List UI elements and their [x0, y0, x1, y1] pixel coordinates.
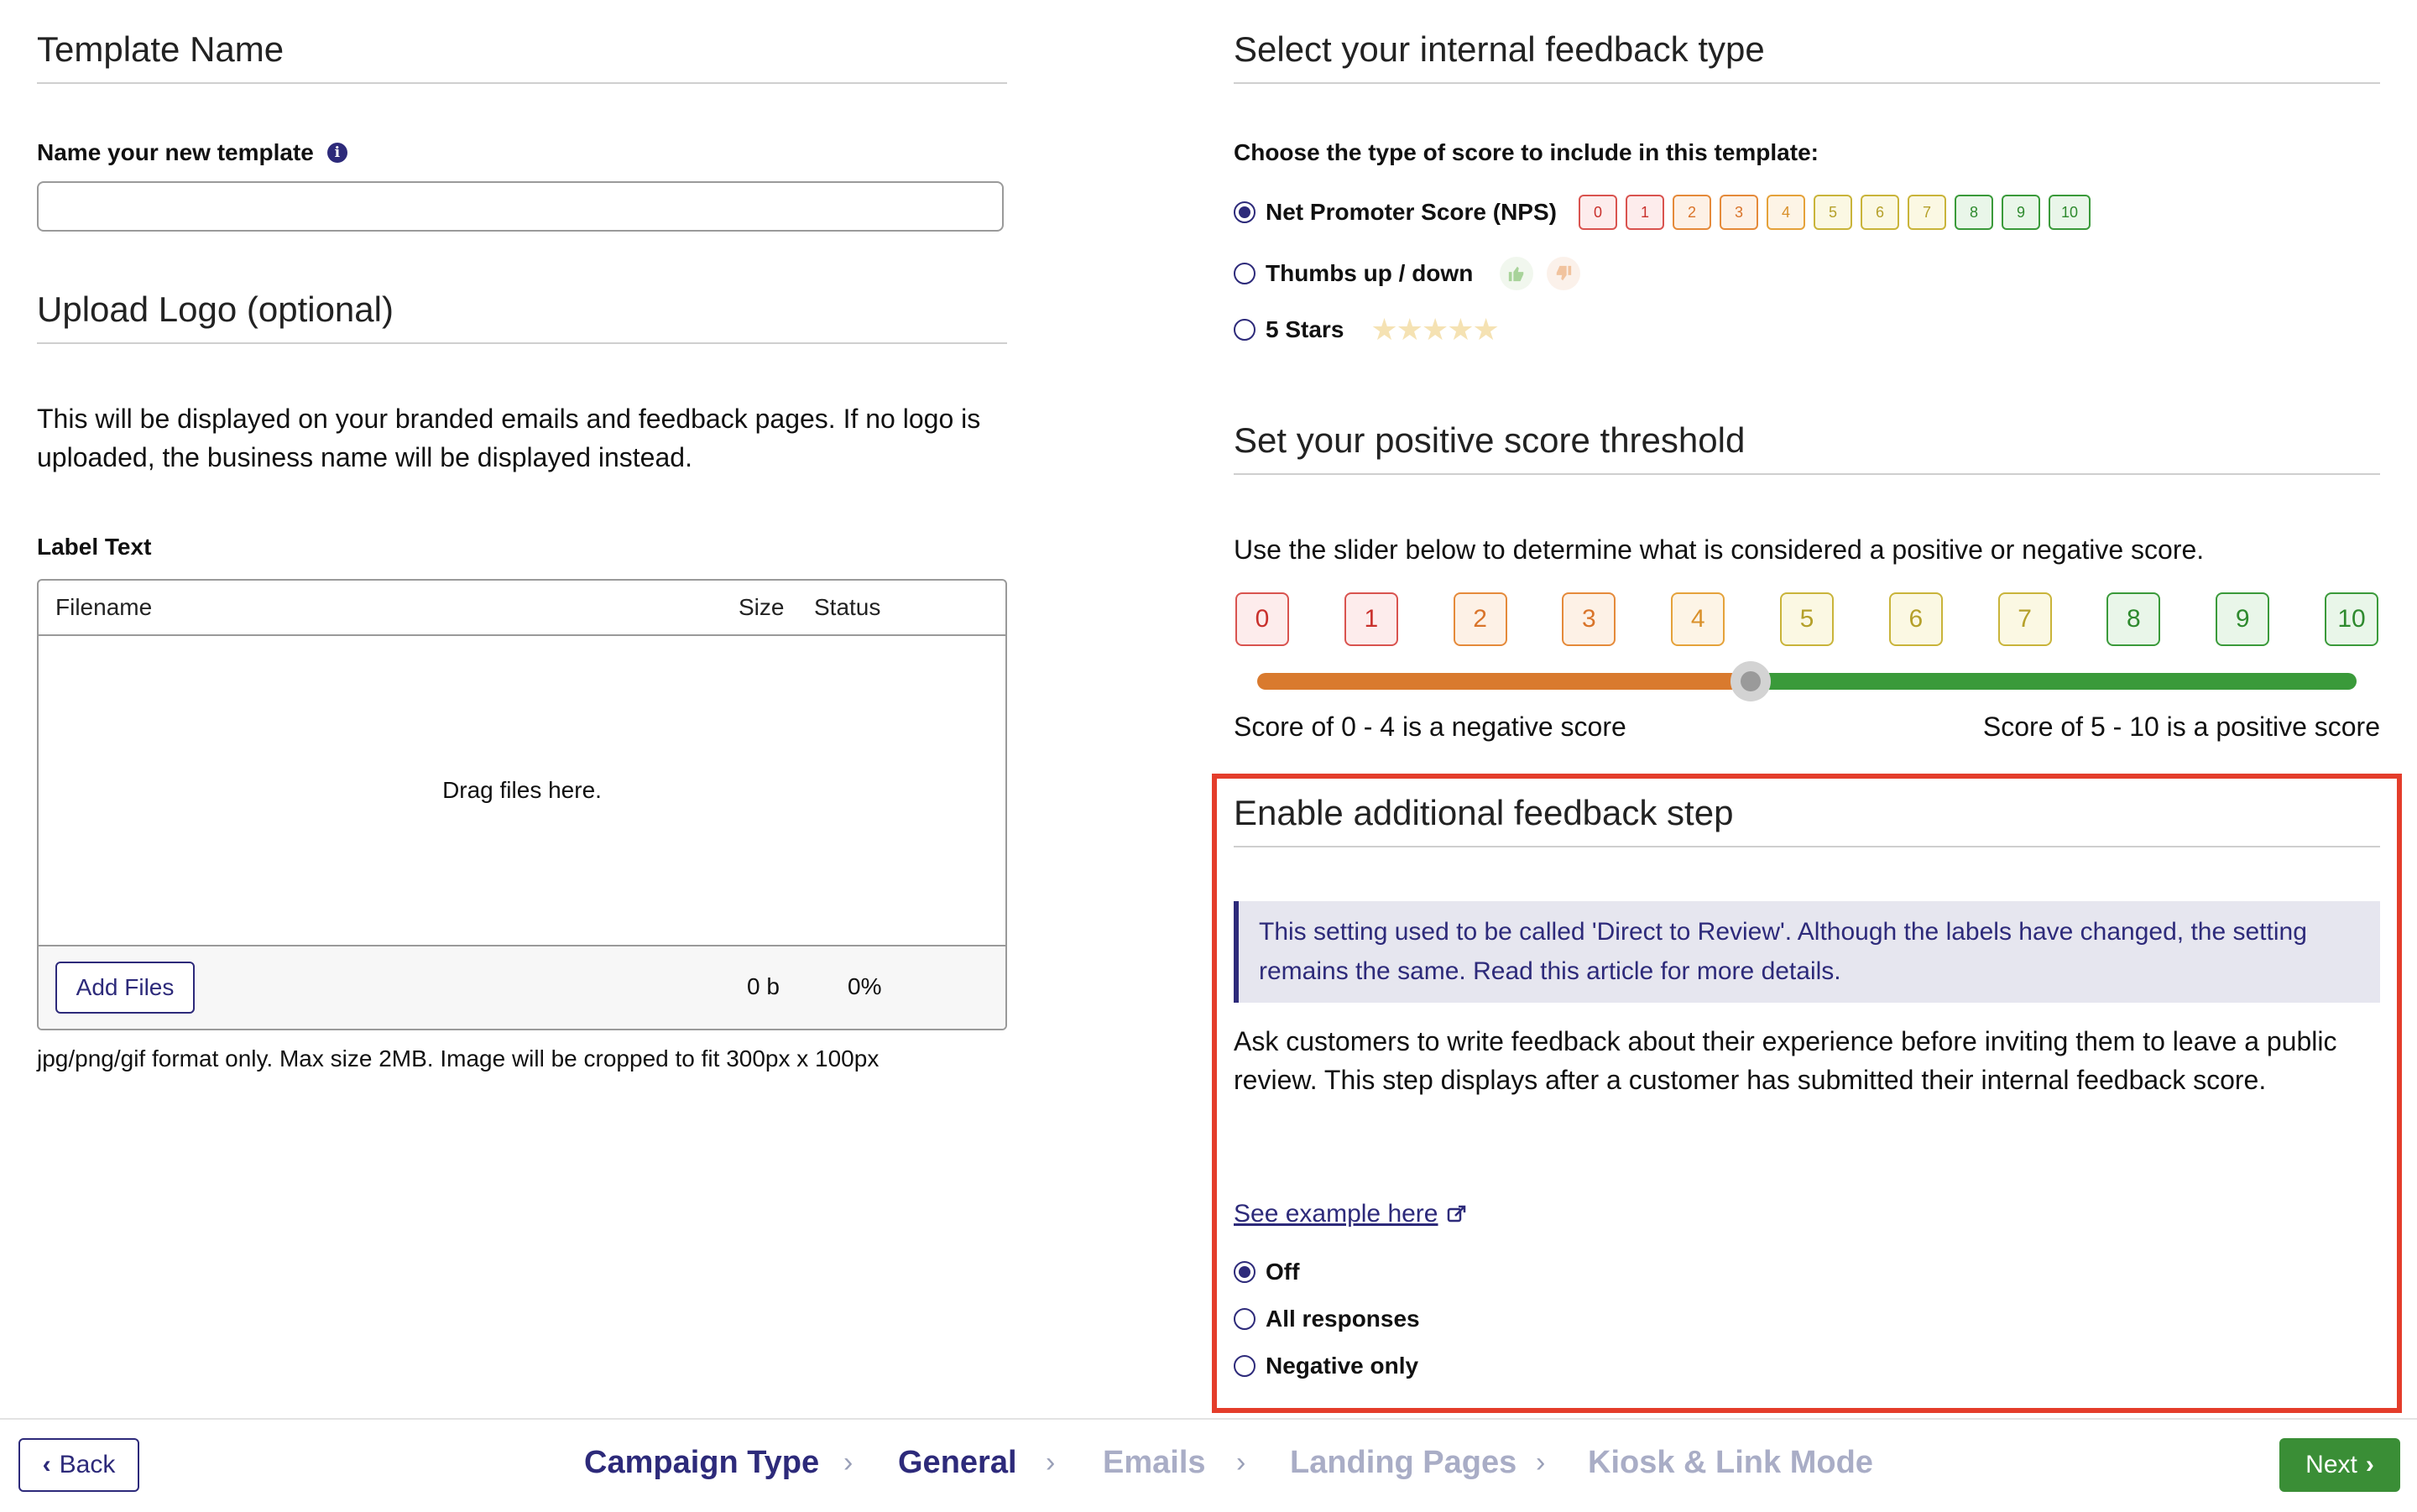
upload-table-footer: Add Files 0 b 0% [39, 945, 1005, 1029]
threshold-score-box[interactable]: 0 [1235, 592, 1289, 646]
threshold-score-box[interactable]: 10 [2325, 592, 2378, 646]
additional-feedback-section: Enable additional feedback step This set… [1212, 774, 2402, 1413]
chevron-right-icon: › [843, 1447, 854, 1478]
next-button-label: Next [2305, 1451, 2357, 1478]
threshold-heading: Set your positive score threshold [1234, 420, 2380, 476]
thumbs-down-icon [1547, 257, 1581, 290]
logo-description: This will be displayed on your branded e… [37, 404, 981, 473]
negative-range-text: Score of 0 - 4 is a negative score [1234, 712, 1626, 742]
threshold-score-box[interactable]: 2 [1453, 592, 1507, 646]
negative-only-label: Negative only [1266, 1353, 1419, 1379]
nps-preview-chip: 0 [1578, 195, 1617, 230]
upload-logo-heading: Upload Logo (optional) [37, 289, 1007, 345]
nps-preview-chip: 1 [1625, 195, 1664, 230]
stars-radio[interactable] [1234, 319, 1255, 341]
nps-score-preview: 0 1 2 3 4 5 6 7 8 9 10 [1578, 195, 2091, 230]
nps-preview-chip: 4 [1766, 195, 1805, 230]
example-link-text[interactable]: See example here [1234, 1200, 1438, 1228]
chevron-right-icon: › [1536, 1447, 1546, 1478]
file-upload-area[interactable]: Filename Size Status Drag files here. Ad… [37, 579, 1007, 1030]
nps-preview-chip: 2 [1672, 195, 1711, 230]
wizard-navigation-bar: ‹ Back Campaign Type › General › Emails › Land… [0, 1418, 2417, 1512]
nps-preview-chip: 9 [2001, 195, 2040, 230]
wizard-step[interactable]: Landing Pages [1290, 1445, 1516, 1481]
slider-positive-track [1751, 673, 2357, 690]
wizard-step[interactable]: Campaign Type [584, 1445, 819, 1481]
template-settings-page: Template Name Name your new template i U… [0, 0, 2417, 1512]
wizard-steps: Campaign Type › General › Emails › Landing Pag… [0, 1445, 2417, 1487]
nps-radio[interactable] [1234, 201, 1255, 223]
chevron-right-icon: › [1046, 1447, 1056, 1478]
wizard-step[interactable]: Emails [1103, 1445, 1206, 1481]
external-link-icon [1447, 1205, 1465, 1223]
negative-only-radio[interactable] [1234, 1355, 1255, 1377]
nps-preview-chip: 3 [1719, 195, 1758, 230]
name-template-label-text: Name your new template [37, 139, 314, 165]
threshold-score-box[interactable]: 7 [1997, 592, 2052, 646]
stars-label: 5 Stars [1266, 316, 1344, 342]
size-column-header: Size [739, 594, 785, 620]
threshold-score-box[interactable]: 1 [1344, 592, 1398, 646]
all-responses-radio[interactable] [1234, 1308, 1255, 1330]
thumbs-radio[interactable] [1234, 263, 1255, 284]
slider-handle[interactable] [1731, 661, 1772, 701]
five-stars-icon: ★★★★★ [1370, 312, 1499, 347]
score-type-label: Choose the type of score to include in t… [1234, 139, 1819, 165]
thumbs-up-icon [1500, 257, 1534, 290]
wizard-step[interactable]: Kiosk & Link Mode [1588, 1445, 1873, 1481]
threshold-score-box[interactable]: 3 [1562, 592, 1616, 646]
step-option-all[interactable]: All responses [1234, 1306, 1420, 1332]
drop-zone[interactable]: Drag files here. [39, 634, 1005, 946]
option-thumbs[interactable]: Thumbs up / down [1234, 257, 1581, 290]
direct-to-review-notice: This setting used to be called 'Direct t… [1234, 901, 2380, 1003]
template-name-heading: Template Name [37, 29, 1007, 85]
threshold-slider[interactable] [1257, 661, 2357, 701]
total-size: 0 b [747, 973, 780, 999]
drop-zone-text: Drag files here. [442, 777, 602, 803]
step-option-negative[interactable]: Negative only [1234, 1353, 1418, 1379]
example-link[interactable]: See example here [1234, 1200, 1467, 1228]
step-option-off[interactable]: Off [1234, 1259, 1299, 1285]
add-files-button[interactable]: Add Files [55, 962, 195, 1014]
nps-preview-chip: 7 [1907, 195, 1946, 230]
chevron-right-icon: › [2365, 1451, 2374, 1478]
thumbs-label: Thumbs up / down [1266, 260, 1474, 286]
feedback-type-heading: Select your internal feedback type [1234, 29, 2380, 85]
slider-negative-track [1257, 673, 1751, 690]
slider-description: Use the slider below to determine what i… [1234, 534, 2205, 565]
nps-preview-chip: 6 [1860, 195, 1899, 230]
info-icon[interactable]: i [326, 143, 347, 163]
filename-column-header: Filename [55, 594, 153, 620]
chevron-right-icon: › [1236, 1447, 1246, 1478]
threshold-score-box[interactable]: 6 [1888, 592, 1943, 646]
additional-feedback-heading: Enable additional feedback step [1234, 792, 2380, 848]
threshold-score-box[interactable]: 9 [2216, 592, 2270, 646]
positive-range-text: Score of 5 - 10 is a positive score [1982, 712, 2380, 742]
additional-feedback-description: Ask customers to write feedback about th… [1234, 1026, 2337, 1096]
nps-preview-chip: 10 [2048, 195, 2091, 230]
label-text-heading: Label Text [37, 534, 152, 560]
nps-preview-chip: 5 [1813, 195, 1852, 230]
template-name-input[interactable] [37, 181, 1004, 232]
option-stars[interactable]: 5 Stars ★★★★★ [1234, 312, 1500, 347]
all-responses-label: All responses [1266, 1306, 1420, 1332]
total-status: 0% [848, 973, 882, 999]
next-button[interactable]: Next › [2279, 1438, 2400, 1492]
threshold-score-box[interactable]: 5 [1780, 592, 1834, 646]
off-radio[interactable] [1234, 1261, 1255, 1283]
threshold-score-box[interactable]: 4 [1671, 592, 1725, 646]
threshold-score-box[interactable]: 8 [2106, 592, 2161, 646]
nps-label: Net Promoter Score (NPS) [1266, 199, 1557, 225]
upload-table-header: Filename Size Status [39, 581, 1005, 636]
nps-preview-chip: 8 [1954, 195, 1993, 230]
name-template-label: Name your new template i [37, 139, 347, 166]
wizard-step[interactable]: General [898, 1445, 1017, 1481]
format-note: jpg/png/gif format only. Max size 2MB. I… [37, 1045, 880, 1071]
off-label: Off [1266, 1259, 1300, 1285]
option-nps[interactable]: Net Promoter Score (NPS) 0 1 2 3 4 5 6 7 8 9 10 [1234, 195, 2091, 230]
status-column-header: Status [814, 594, 881, 620]
